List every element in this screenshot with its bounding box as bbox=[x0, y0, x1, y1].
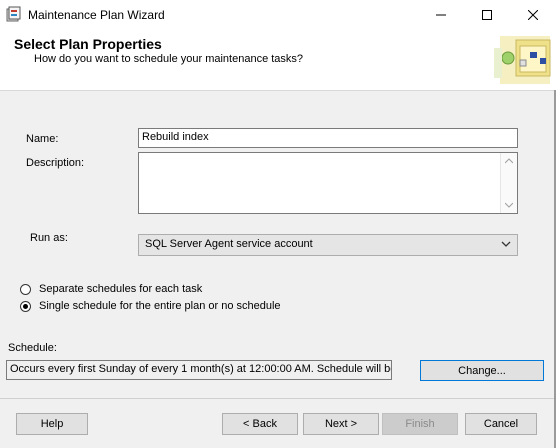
single-schedule-label: Single schedule for the entire plan or n… bbox=[39, 300, 281, 312]
page-title: Select Plan Properties bbox=[14, 36, 162, 52]
close-button[interactable] bbox=[510, 0, 556, 30]
maximize-button[interactable] bbox=[464, 0, 510, 30]
radio-selected-dot bbox=[23, 304, 28, 309]
close-icon bbox=[528, 10, 538, 20]
separate-schedules-option[interactable]: Separate schedules for each task bbox=[20, 283, 420, 298]
back-button[interactable]: < Back bbox=[222, 413, 298, 435]
next-button[interactable]: Next > bbox=[303, 413, 379, 435]
run-as-dropdown[interactable]: SQL Server Agent service account bbox=[138, 234, 518, 256]
schedule-description-field[interactable]: Occurs every first Sunday of every 1 mon… bbox=[6, 360, 392, 380]
change-schedule-button[interactable]: Change... bbox=[420, 360, 544, 381]
help-button[interactable]: Help bbox=[16, 413, 88, 435]
scroll-down-icon[interactable] bbox=[505, 202, 513, 208]
description-label: Description: bbox=[26, 157, 85, 169]
chevron-down-icon bbox=[501, 241, 511, 247]
title-bar: Maintenance Plan Wizard bbox=[0, 0, 556, 30]
single-schedule-option[interactable]: Single schedule for the entire plan or n… bbox=[20, 300, 420, 315]
single-schedule-radio[interactable] bbox=[20, 301, 31, 312]
description-scrollbar[interactable] bbox=[500, 153, 517, 213]
name-label: Name: bbox=[26, 133, 59, 145]
separate-schedules-radio[interactable] bbox=[20, 284, 31, 295]
maximize-icon bbox=[482, 10, 492, 20]
wizard-header: Select Plan Properties How do you want t… bbox=[0, 30, 556, 91]
schedule-label: Schedule: bbox=[8, 342, 57, 354]
separate-schedules-label: Separate schedules for each task bbox=[39, 283, 203, 295]
footer-divider bbox=[0, 398, 556, 399]
run-as-label: Run as: bbox=[30, 232, 68, 244]
wizard-banner-icon bbox=[494, 32, 554, 88]
minimize-icon bbox=[436, 14, 446, 16]
name-input[interactable]: Rebuild index bbox=[138, 128, 518, 148]
window-title: Maintenance Plan Wizard bbox=[28, 8, 165, 22]
run-as-value: SQL Server Agent service account bbox=[145, 238, 313, 250]
wizard-app-icon bbox=[6, 6, 22, 22]
finish-button[interactable]: Finish bbox=[382, 413, 458, 435]
minimize-button[interactable] bbox=[418, 0, 464, 30]
description-textarea[interactable] bbox=[138, 152, 518, 214]
page-subtitle: How do you want to schedule your mainten… bbox=[34, 53, 304, 65]
scroll-up-icon[interactable] bbox=[505, 158, 513, 164]
cancel-button[interactable]: Cancel bbox=[465, 413, 537, 435]
